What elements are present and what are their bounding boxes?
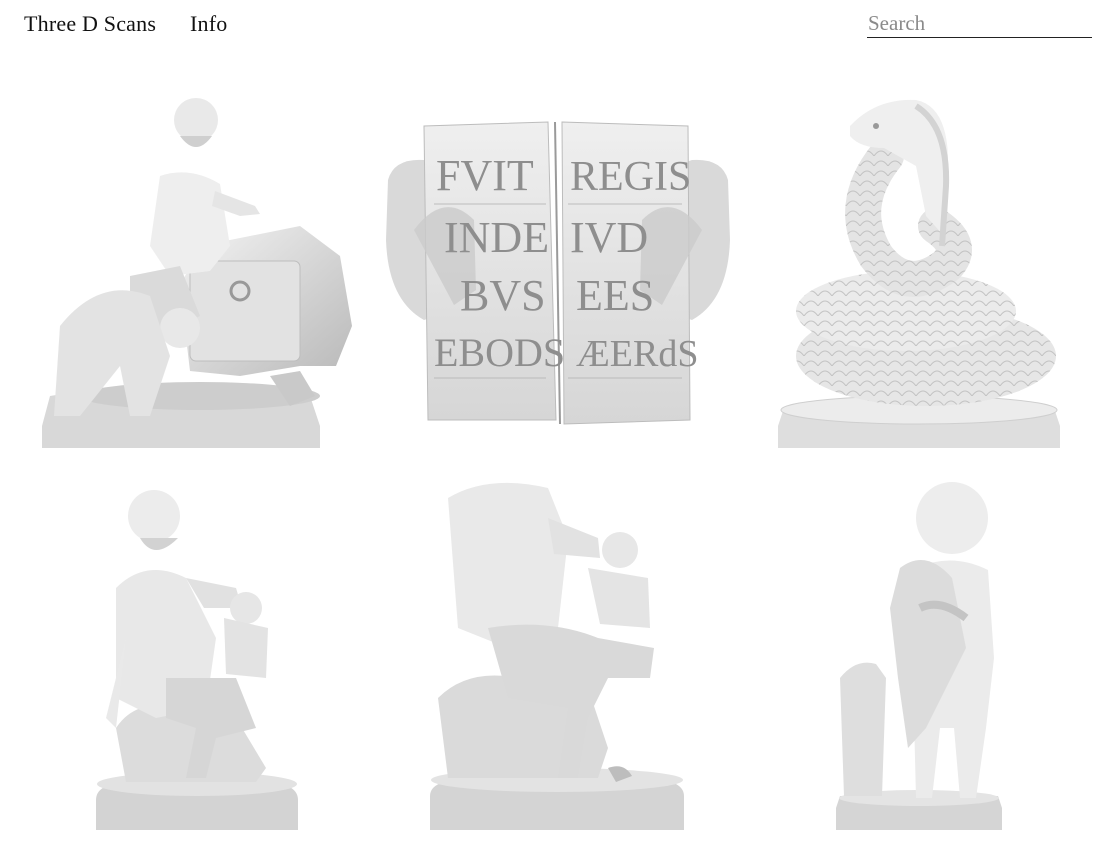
seated-figure-with-boar-image	[42, 98, 352, 448]
inscription-right-line-2: IVD	[570, 213, 648, 262]
coiled-serpent-image	[778, 99, 1060, 448]
inscription-right-line-3: EES	[576, 271, 654, 320]
site-header: Three D Scans Info	[0, 0, 1112, 50]
scan-thumbnail-seated-satyr-with-infant[interactable]	[96, 478, 298, 830]
child-with-lamb-image	[836, 482, 1002, 830]
search-input[interactable]	[867, 10, 1092, 36]
search-box	[867, 10, 1092, 38]
scan-thumbnail-headless-satyr-with-infant[interactable]	[428, 478, 686, 830]
inscription-left-line-1: FVIT	[436, 151, 534, 200]
inscription-left-line-3: BVS	[460, 271, 546, 320]
inscription-left-line-2: INDE	[444, 213, 549, 262]
scan-thumbnail-seated-figure-with-boar[interactable]	[40, 96, 352, 448]
inscription-right-line-1: REGIS	[570, 154, 691, 200]
seated-satyr-with-infant-image	[96, 490, 298, 830]
scan-thumbnail-coiled-serpent[interactable]	[776, 96, 1062, 448]
inscribed-tablet-image: FVIT REGIS INDE IVD BVS EES EBODS ÆERdS	[386, 121, 730, 425]
site-title-link[interactable]: Three D Scans	[24, 11, 156, 37]
scan-thumbnail-child-with-lamb[interactable]	[836, 478, 1002, 830]
scan-thumbnail-inscribed-tablet[interactable]: FVIT REGIS INDE IVD BVS EES EBODS ÆERdS	[384, 120, 732, 426]
headless-satyr-with-infant-image	[430, 482, 684, 830]
inscription-right-line-4: ÆERdS	[576, 333, 698, 375]
info-link[interactable]: Info	[190, 11, 227, 37]
inscription-left-line-4: EBODS	[434, 330, 565, 375]
